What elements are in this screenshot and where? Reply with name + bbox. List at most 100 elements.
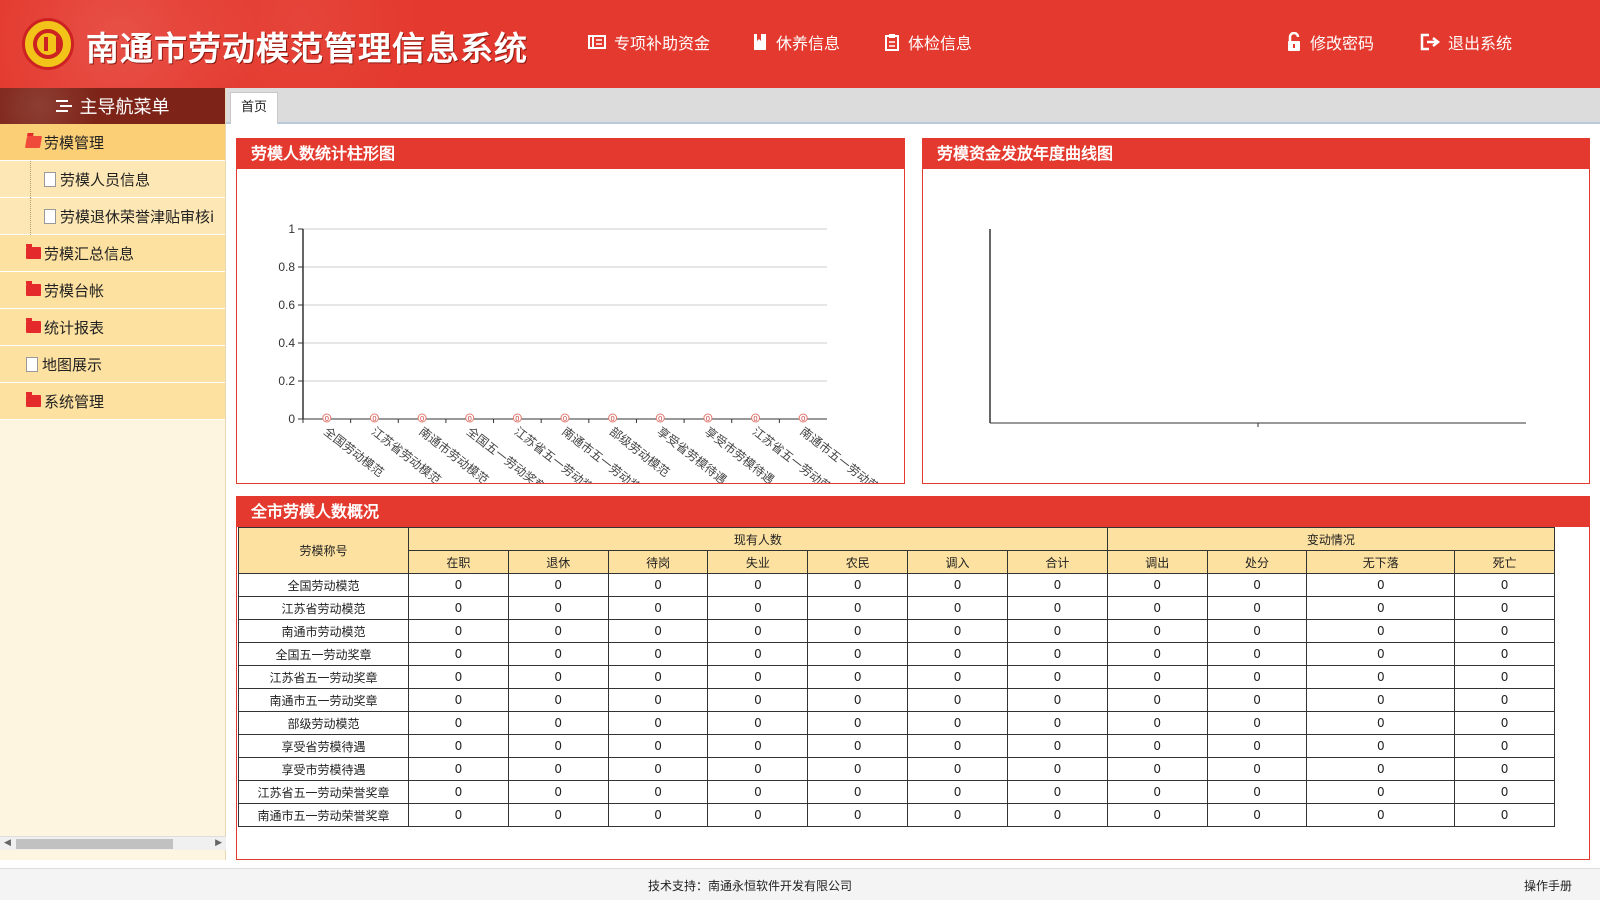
- table-cell: 0: [907, 573, 1008, 597]
- table-cell: 0: [607, 596, 709, 620]
- table-cell: 0: [408, 619, 509, 643]
- table-cell: 0: [807, 642, 909, 666]
- line-chart: [989, 229, 1526, 427]
- bar-chart-panel: 劳模人数统计柱形图 0 0.2 0.4 0.6 0.8 1 0 全国劳动模范 0 江苏省劳动模范 0…: [236, 138, 905, 484]
- nav-label: 休养信息: [776, 34, 841, 53]
- table-cell: 0: [1454, 642, 1555, 666]
- table-row: 享受市劳模待遇 0 0 0 0 0 0 0 0 0 0 0: [238, 757, 1555, 781]
- table-cell: 0: [507, 642, 609, 666]
- table-cell: 0: [1006, 711, 1108, 735]
- table-cell: 0: [1454, 780, 1555, 804]
- table-cell: 0: [707, 803, 809, 827]
- sidebar-item-summary-info[interactable]: 劳模汇总信息: [0, 235, 225, 272]
- line-chart-panel: 劳模资金发放年度曲线图: [922, 138, 1590, 484]
- column-header: 死亡: [1454, 550, 1555, 574]
- summary-table: 劳模称号 现有人数 变动情况 在职 退休 待岗 失业 农民 调入 合计 调出 处分 无下落 死亡 全…: [238, 527, 1556, 827]
- sidebar-item-ledger[interactable]: 劳模台帐: [0, 272, 225, 309]
- bar-value-label: 0: [467, 415, 471, 423]
- nav-label: 退出系统: [1448, 34, 1513, 53]
- table-cell: 0: [607, 665, 709, 689]
- sidebar-item-reports[interactable]: 统计报表: [0, 309, 225, 346]
- table-cell: 0: [408, 573, 509, 597]
- table-cell: 0: [907, 688, 1008, 712]
- tab-home[interactable]: 首页: [230, 92, 279, 124]
- bookmark-icon: [754, 34, 766, 50]
- table-cell: 0: [607, 780, 709, 804]
- folder-icon: [26, 392, 41, 407]
- table-row: 享受省劳模待遇 0 0 0 0 0 0 0 0 0 0 0: [238, 734, 1555, 758]
- bar-value-label: 0: [325, 415, 329, 423]
- nav-logout[interactable]: 退出系统: [1420, 30, 1512, 54]
- table-cell: 0: [1454, 665, 1555, 689]
- sidebar-item-worker-info[interactable]: 劳模人员信息: [0, 160, 225, 198]
- table-cell: 0: [707, 596, 809, 620]
- row-title-cell: 享受省劳模待遇: [238, 734, 409, 758]
- document-icon: [44, 171, 56, 187]
- table-cell: 0: [807, 619, 909, 643]
- sidebar-item-system[interactable]: 系统管理: [0, 383, 225, 420]
- table-row: 江苏省五一劳动荣誉奖章 0 0 0 0 0 0 0 0 0 0 0: [238, 780, 1555, 804]
- y-tick-label: 1: [288, 222, 295, 236]
- table-cell: 0: [707, 780, 809, 804]
- table-cell: 0: [707, 642, 809, 666]
- footer: 技术支持：南通永恒软件开发有限公司 操作手册: [0, 868, 1600, 900]
- table-row: 江苏省五一劳动奖章 0 0 0 0 0 0 0 0 0 0 0: [238, 665, 1555, 689]
- table-cell: 0: [1306, 573, 1456, 597]
- table-cell: 0: [1206, 688, 1308, 712]
- column-header: 无下落: [1306, 550, 1456, 574]
- table-cell: 0: [1206, 619, 1308, 643]
- table-cell: 0: [1206, 665, 1308, 689]
- column-header: 合计: [1006, 550, 1108, 574]
- bar-value-label: 0: [515, 415, 519, 423]
- column-header: 处分: [1206, 550, 1308, 574]
- table-cell: 0: [907, 665, 1008, 689]
- row-title-cell: 江苏省劳动模范: [238, 596, 409, 620]
- sidebar-item-model-worker-management[interactable]: 劳模管理: [0, 124, 225, 161]
- table-cell: 0: [1206, 803, 1308, 827]
- table-cell: 0: [1106, 642, 1208, 666]
- sidebar-item-retirement-allowance-review[interactable]: 劳模退休荣誉津贴审核i: [0, 197, 225, 235]
- y-tick-label: 0: [288, 412, 295, 426]
- sidebar-item-map[interactable]: 地图展示: [0, 346, 225, 383]
- bar-value-label: 0: [372, 415, 376, 423]
- table-row: 部级劳动模范 0 0 0 0 0 0 0 0 0 0 0: [238, 711, 1555, 735]
- table-cell: 0: [807, 803, 909, 827]
- table-cell: 0: [507, 803, 609, 827]
- sidebar: 主导航菜单 劳模管理 劳模人员信息 劳模退休荣誉津贴审核i 劳模汇总信息 劳模台…: [0, 88, 226, 860]
- table-cell: 0: [507, 688, 609, 712]
- table-row: 全国劳动模范 0 0 0 0 0 0 0 0 0 0 0: [238, 573, 1555, 597]
- nav-special-subsidy[interactable]: 专项补助资金: [588, 30, 710, 54]
- scroll-right-icon[interactable]: ▶: [215, 838, 222, 848]
- table-cell: 0: [1454, 757, 1555, 781]
- table-cell: 0: [507, 619, 609, 643]
- nav-checkup-info[interactable]: 体检信息: [884, 30, 972, 54]
- nav-rest-info[interactable]: 休养信息: [752, 30, 840, 54]
- scroll-thumb[interactable]: [16, 839, 173, 849]
- table-cell: 0: [607, 734, 709, 758]
- nav-change-password[interactable]: 修改密码: [1286, 30, 1374, 54]
- sidebar-header: 主导航菜单: [0, 88, 225, 124]
- table-cell: 0: [1306, 619, 1456, 643]
- table-cell: 0: [408, 688, 509, 712]
- sidebar-horizontal-scrollbar[interactable]: ◀ ▶: [0, 836, 226, 850]
- bar-value-label: 0: [610, 415, 614, 423]
- table-cell: 0: [1006, 688, 1108, 712]
- row-title-cell: 享受市劳模待遇: [238, 757, 409, 781]
- bar-chart: 00.20.40.60.810全国劳动模范0江苏省劳动模范0南通市劳动模范0全国…: [278, 222, 900, 483]
- bar-value-label: 0: [563, 415, 567, 423]
- table-cell: 0: [1306, 780, 1456, 804]
- sidebar-title: 主导航菜单: [79, 97, 170, 118]
- table-cell: 0: [607, 642, 709, 666]
- table-cell: 0: [1006, 665, 1108, 689]
- table-row: 江苏省劳动模范 0 0 0 0 0 0 0 0 0 0 0: [238, 596, 1555, 620]
- table-cell: 0: [607, 711, 709, 735]
- table-cell: 0: [408, 596, 509, 620]
- table-cell: 0: [807, 711, 909, 735]
- manual-link[interactable]: 操作手册: [1524, 877, 1572, 894]
- y-tick-label: 0.6: [278, 298, 295, 312]
- scroll-left-icon[interactable]: ◀: [4, 838, 11, 848]
- table-cell: 0: [1454, 711, 1555, 735]
- header-current: 现有人数: [408, 527, 1108, 551]
- row-title-cell: 全国劳动模范: [238, 573, 409, 597]
- table-cell: 0: [907, 596, 1008, 620]
